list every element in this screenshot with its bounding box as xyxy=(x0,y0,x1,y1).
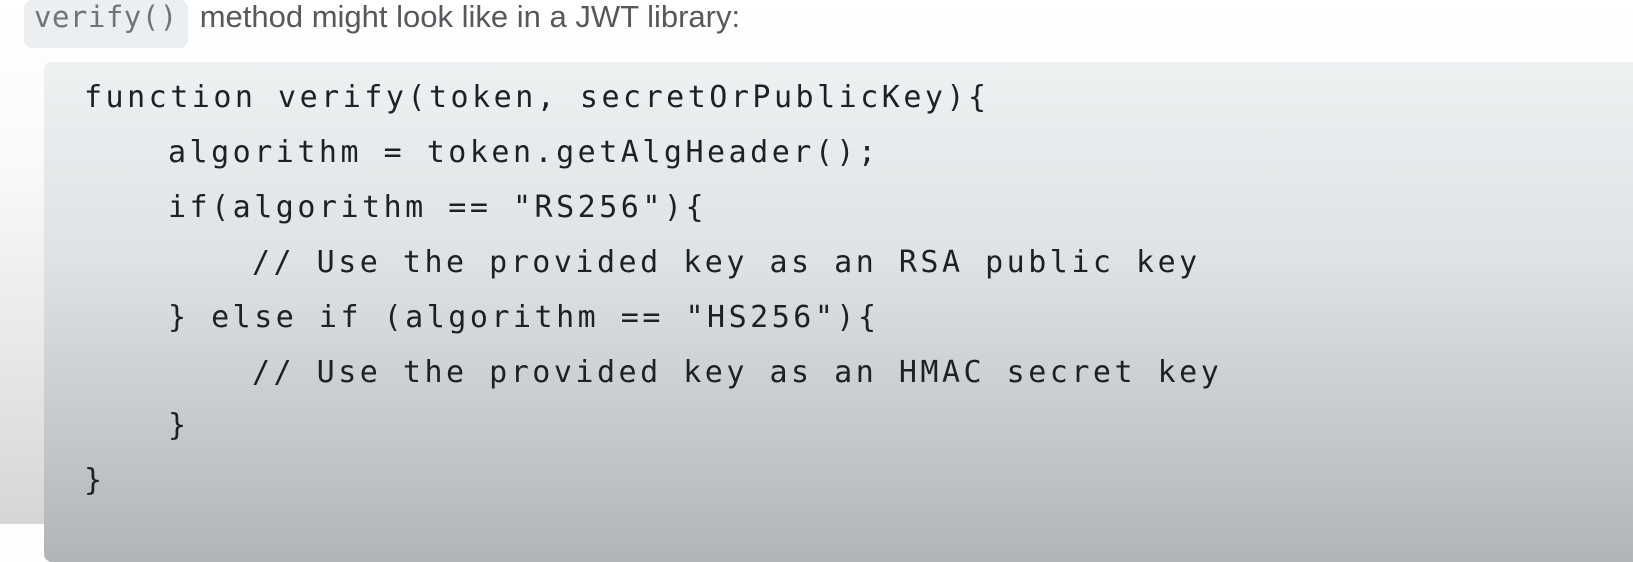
intro-sentence: verify() method might look like in a JWT… xyxy=(24,0,740,48)
code-line-3: if(algorithm == "RS256"){ xyxy=(168,190,708,225)
code-line-5: } else if (algorithm == "HS256"){ xyxy=(168,300,880,335)
code-line-4: // Use the provided key as an RSA public… xyxy=(252,245,1201,280)
inline-code-verify: verify() xyxy=(24,0,188,48)
code-line-8: } xyxy=(84,463,106,498)
code-line-2: algorithm = token.getAlgHeader(); xyxy=(168,135,880,170)
intro-text: method might look like in a JWT library: xyxy=(199,0,741,34)
code-line-1: function verify(token, secretOrPublicKey… xyxy=(84,80,990,115)
code-line-7: } xyxy=(168,408,190,443)
code-block: function verify(token, secretOrPublicKey… xyxy=(44,62,1633,562)
code-line-6: // Use the provided key as an HMAC secre… xyxy=(252,355,1223,390)
